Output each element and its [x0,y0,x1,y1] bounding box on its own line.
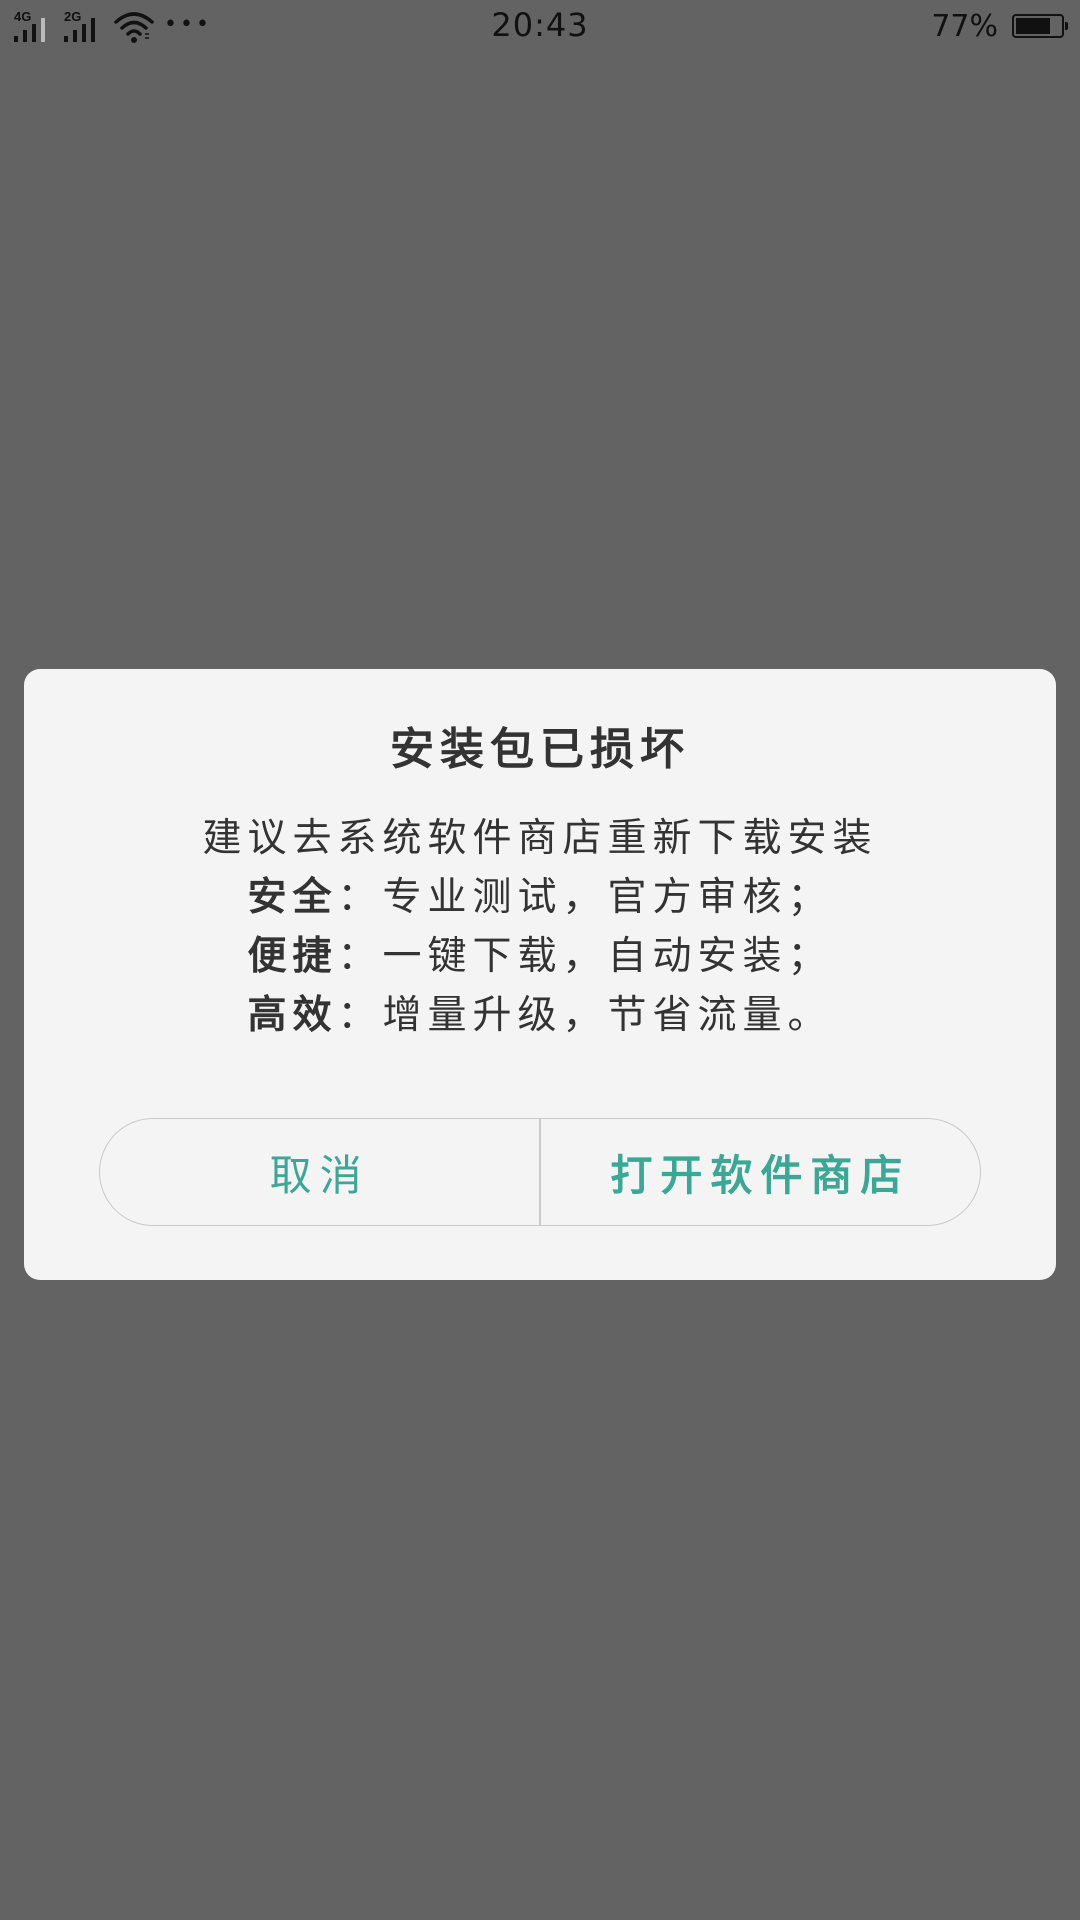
battery-percent: 77% [931,8,998,44]
feature-label: 便捷 [247,933,338,979]
cancel-button[interactable]: 取消 [100,1119,539,1225]
install-error-dialog: 安装包已损坏 建议去系统软件商店重新下载安装 安全：专业测试，官方审核； 便捷：… [24,669,1056,1280]
dialog-message: 建议去系统软件商店重新下载安装 安全：专业测试，官方审核； 便捷：一键下载，自动… [24,809,1056,1045]
dialog-title: 安装包已损坏 [390,724,690,775]
feature-separator: ： [337,875,383,920]
battery-fill [1016,18,1050,34]
feature-line-efficiency: 高效：增量升级，节省流量。 [24,986,1056,1045]
feature-label: 安全 [247,874,338,920]
dialog-message-text: 建议去系统软件商店重新下载安装 [202,816,878,861]
feature-text: 增量升级，节省流量。 [382,993,833,1038]
feature-text: 一键下载，自动安装； [382,934,833,979]
open-app-store-button[interactable]: 打开软件商店 [541,1119,980,1225]
feature-text: 专业测试，官方审核； [382,875,833,920]
status-bar: 4G 2G ••• 20:43 77% [0,0,1080,52]
feature-separator: ： [337,934,383,979]
screen: 4G 2G ••• 20:43 77% 安装包已损坏 建议去系统软件商店重新下载… [0,0,1080,1920]
feature-line-convenience: 便捷：一键下载，自动安装； [24,927,1056,986]
feature-label: 高效 [247,992,338,1038]
status-bar-right: 77% [931,6,1068,46]
status-bar-time: 20:43 [491,6,589,44]
feature-line-safety: 安全：专业测试，官方审核； [24,868,1056,927]
dialog-button-group: 取消 打开软件商店 [99,1118,981,1226]
feature-separator: ： [337,993,383,1038]
battery-icon [1012,14,1068,38]
